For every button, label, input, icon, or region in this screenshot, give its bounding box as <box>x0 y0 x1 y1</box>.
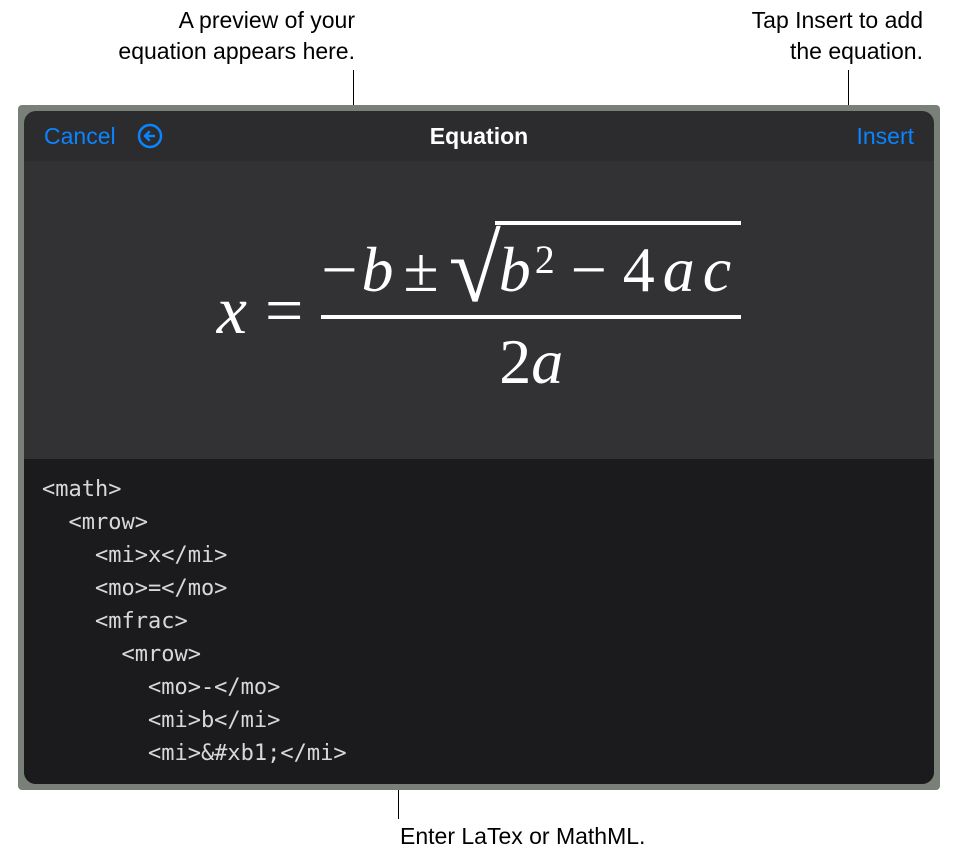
eq-plusminus: ± <box>397 233 444 307</box>
callout-insert: Tap Insert to addthe equation. <box>643 5 923 67</box>
eq-divider <box>321 315 741 319</box>
eq-sqrt-c: c <box>703 233 731 307</box>
callout-input: Enter LaTex or MathML. <box>400 821 750 852</box>
toolbar: Cancel Equation Insert <box>24 111 934 161</box>
toolbar-left: Cancel <box>44 122 164 150</box>
eq-neg: − <box>321 233 357 307</box>
dialog-wrapper: Cancel Equation Insert x = − b <box>18 105 940 790</box>
insert-button[interactable]: Insert <box>856 123 914 150</box>
equation-fraction: − b ± √ b2 − 4ac <box>321 221 741 399</box>
callout-preview: A preview of yourequation appears here. <box>35 5 355 67</box>
equation-code-input[interactable]: <math> <mrow> <mi>x</mi> <mo>=</mo> <mfr… <box>24 459 934 784</box>
eq-b: b <box>361 233 393 307</box>
equation-denominator: 2a <box>499 321 563 399</box>
eq-denom-2: 2 <box>499 326 531 397</box>
dialog-title: Equation <box>430 123 528 150</box>
eq-sqrt-exp: 2 <box>535 236 555 283</box>
eq-sqrt: √ b2 − 4ac <box>449 221 742 307</box>
equation-numerator: − b ± √ b2 − 4ac <box>321 221 741 313</box>
equation-dialog: Cancel Equation Insert x = − b <box>24 111 934 784</box>
undo-icon[interactable] <box>136 122 164 150</box>
eq-sqrt-4: 4 <box>623 233 655 307</box>
equation-render: x = − b ± √ b2 − 4ac <box>217 221 741 399</box>
cancel-button[interactable]: Cancel <box>44 123 116 150</box>
eq-sqrt-content: b2 − 4ac <box>495 221 742 307</box>
eq-sqrt-minus: − <box>563 233 615 307</box>
eq-sqrt-b: b <box>499 233 531 307</box>
eq-sqrt-a: a <box>663 233 695 307</box>
eq-denom-a: a <box>531 326 563 397</box>
equation-preview: x = − b ± √ b2 − 4ac <box>24 161 934 459</box>
equation-equals: = <box>265 271 303 350</box>
sqrt-icon: √ <box>449 234 501 305</box>
equation-lhs: x <box>217 271 247 350</box>
